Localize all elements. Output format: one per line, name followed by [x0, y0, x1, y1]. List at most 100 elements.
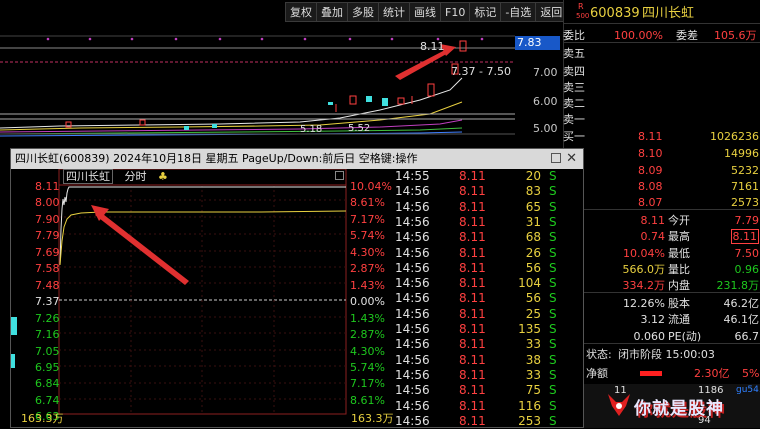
tick-time: 14:56 — [395, 383, 430, 398]
tick-volume: 135 — [518, 322, 541, 336]
stat-label: 内盘 — [668, 279, 690, 292]
tick-volume: 20 — [525, 169, 541, 183]
tick-row: 14:56 8.11 75 S — [395, 383, 583, 398]
tick-time: 14:56 — [395, 352, 430, 367]
kline-chart[interactable]: 8.11 7.37 - 7.50 5.18 5.52 — [0, 22, 560, 150]
volume-label-left: 163.3万 — [21, 412, 64, 425]
stat-label: PE(动) — [668, 330, 702, 343]
price-axis-label: 7.26 — [35, 311, 60, 325]
stat-row: 10.04% 最低 7.50 — [564, 246, 760, 261]
tick-volume: 68 — [525, 230, 541, 245]
tick-side: S — [549, 260, 557, 275]
pct-axis-label: 7.17% — [350, 377, 385, 391]
tick-row: 14:56 8.11 56 S — [395, 291, 583, 306]
tick-side: S — [549, 169, 557, 183]
stock-header: R 500 600839 四川长虹 — [564, 2, 760, 24]
stat-label: 最低 — [668, 247, 690, 260]
tick-volume: 38 — [525, 352, 541, 367]
tick-row: 14:55 8.11 20 S — [395, 169, 583, 184]
tick-row: 14:56 8.11 31 S — [395, 215, 583, 230]
status-value: 闭市阶段 15:00:03 — [618, 348, 715, 361]
stat-row: 3.12 流通 46.1亿 — [564, 312, 760, 327]
tick-volume: 56 — [525, 260, 541, 275]
overlay-button[interactable]: 叠加 — [317, 2, 348, 22]
stat-label: 量比 — [668, 263, 690, 276]
pct-axis-label: 8.61% — [350, 196, 385, 210]
tick-side: S — [549, 306, 557, 321]
tick-row: 14:56 8.11 33 S — [395, 337, 583, 352]
tick-price: 8.11 — [459, 276, 486, 291]
tick-side: S — [549, 230, 557, 245]
history-popup[interactable]: 四川长虹(600839) 2024年10月18日 星期五 PageUp/Down… — [10, 148, 584, 428]
tick-time: 14:56 — [395, 367, 430, 382]
tick-volume: 56 — [525, 291, 541, 306]
price-axis-label: 8.00 — [35, 196, 60, 210]
chart-mode: 分时 — [124, 170, 147, 183]
stat-row: 566.0万 量比 0.96 — [564, 262, 760, 277]
tick-row: 14:56 8.11 83 S — [395, 184, 583, 199]
price-axis-label: 7.37 — [35, 295, 60, 309]
tick-volume: 75 — [525, 383, 541, 398]
tick-volume: 65 — [525, 199, 541, 214]
stat-label: 流通 — [668, 313, 690, 326]
popup-title-bar[interactable]: 四川长虹(600839) 2024年10月18日 星期五 PageUp/Down… — [11, 149, 583, 169]
stat-value: 8.11 — [640, 214, 666, 227]
tick-price: 8.11 — [459, 214, 486, 229]
pct-axis-label: 4.30% — [350, 344, 385, 358]
stat-value: 3.12 — [640, 313, 666, 326]
tick-time: 14:56 — [395, 337, 430, 352]
tick-volume: 83 — [525, 184, 541, 199]
status-row: 状态: 闭市阶段 15:00:03 — [564, 347, 760, 362]
draw-line-button[interactable]: 画线 — [410, 2, 441, 22]
mark-button[interactable]: 标记 — [470, 2, 502, 22]
tick-row: 14:56 8.11 26 S — [395, 246, 583, 261]
price-axis-label: 7.48 — [35, 278, 60, 292]
tick-price: 8.11 — [459, 245, 486, 260]
intraday-chart[interactable]: 四川长虹 分时 ♣ 8.11 8.00 7.90 7.79 7.69 7.58 7.48 7.… — [11, 169, 395, 427]
price-axis-label: 7.69 — [35, 245, 60, 259]
bid-price: 8.07 — [638, 196, 663, 209]
tick-row: 14:56 8.11 68 S — [395, 230, 583, 245]
tick-price: 8.11 — [459, 306, 486, 321]
tick-row: 14:56 8.11 116 S — [395, 399, 583, 414]
sell-row: 卖四 — [563, 64, 760, 79]
self-select-button[interactable]: -自选 — [501, 2, 537, 22]
tick-row: 14:56 8.11 33 S — [395, 368, 583, 383]
stat-value: 566.0万 — [622, 263, 666, 276]
bid-price: 8.10 — [638, 147, 663, 160]
wei-bi-label: 委比 — [563, 29, 585, 42]
close-icon[interactable]: ✕ — [566, 149, 577, 169]
pct-axis-label: 10.04% — [350, 180, 392, 193]
adjust-button[interactable]: 复权 — [285, 2, 317, 22]
f10-button[interactable]: F10 — [441, 2, 471, 22]
tick-table[interactable]: 14:55 8.11 20 S 14:56 8.11 83 S 14:56 8.11 65 S 14:5… — [395, 169, 583, 428]
settings-icon[interactable]: ♣ — [158, 170, 168, 183]
pct-axis-label: 2.87% — [350, 262, 385, 276]
tick-price: 8.11 — [459, 352, 486, 367]
bid-price: 8.11 — [638, 130, 663, 143]
bid-row: 8.11 1026236 — [564, 129, 760, 144]
multi-stock-button[interactable]: 多股 — [348, 2, 379, 22]
tick-time: 14:56 — [395, 199, 430, 214]
expand-icon[interactable] — [335, 171, 344, 180]
maximize-icon[interactable] — [551, 153, 561, 163]
tick-side: S — [549, 291, 557, 306]
net-value: 2.30亿 — [694, 367, 730, 380]
intraday-svg — [11, 169, 347, 415]
tick-side: S — [549, 214, 557, 229]
bid-volume: 5232 — [731, 164, 759, 177]
net-row: 净额 2.30亿 5% — [564, 366, 760, 381]
tick-volume: 253 — [518, 413, 541, 428]
statistics-button[interactable]: 统计 — [379, 2, 410, 22]
low-price-label-2: 5.52 — [348, 123, 371, 134]
tick-volume: 31 — [525, 214, 541, 229]
tick-time: 14:56 — [395, 291, 430, 306]
popup-title: 四川长虹(600839) 2024年10月18日 星期五 PageUp/Down… — [15, 152, 418, 165]
pct-axis-label: 5.74% — [350, 360, 385, 374]
bid-row: 8.09 5232 — [564, 163, 760, 178]
tick-time: 14:56 — [395, 398, 430, 413]
tick-row: 14:56 8.11 104 S — [395, 276, 583, 291]
tick-side: S — [549, 199, 557, 214]
bid-row: 8.08 7161 — [564, 179, 760, 194]
tick-side: S — [549, 322, 557, 336]
